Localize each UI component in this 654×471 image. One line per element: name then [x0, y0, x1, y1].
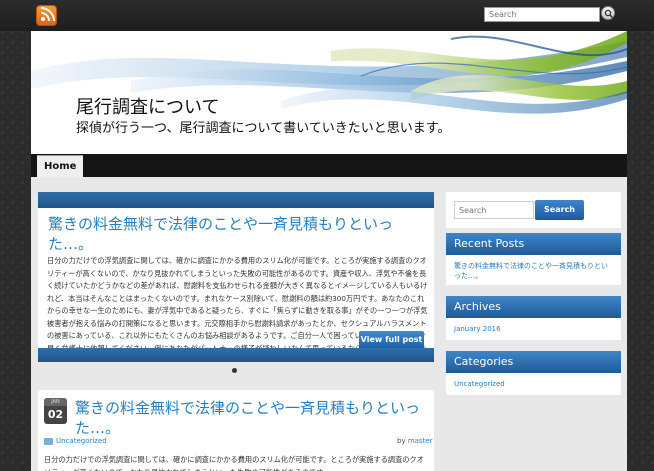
post-author-line: by master [397, 437, 433, 445]
post-entry: JAN 02 驚きの料金無料で法律のことや一斉見積もりといった…。 Uncate… [38, 390, 434, 471]
view-full-post-button[interactable]: View full post [359, 331, 424, 349]
site-description: 探偵が行う一つ、尾行調査について書いていきたいと思います。 [76, 121, 451, 136]
slide-title[interactable]: 驚きの料金無料で法律のことや一斉見積もりといった…。 [48, 214, 418, 254]
slider-bottom-bar [38, 348, 434, 362]
site-title[interactable]: 尾行調査について [76, 93, 219, 119]
category-link[interactable]: Uncategorized [454, 379, 613, 389]
magnifier-icon [604, 9, 614, 19]
slider-pager-dot[interactable] [232, 368, 237, 373]
top-search-input[interactable] [484, 7, 600, 22]
slider-pager [38, 362, 434, 386]
archive-link[interactable]: January 2016 [454, 324, 613, 334]
folder-icon [44, 438, 53, 445]
post-date-badge: JAN 02 [44, 398, 67, 424]
recent-posts-heading: Recent Posts [446, 233, 621, 255]
post-title[interactable]: 驚きの料金無料で法律のことや一斉見積もりといった…。 [75, 398, 425, 438]
archives-list: January 2016 [446, 318, 621, 340]
categories-heading: Categories [446, 351, 621, 373]
categories-list: Uncategorized [446, 373, 621, 395]
post-excerpt: 日分の力だけでの浮気調査に関しては、確かに調査にかかる費用のスリム化が可能です。… [44, 455, 424, 471]
post-category-link[interactable]: Uncategorized [56, 437, 107, 445]
post-date-day: 02 [47, 408, 64, 421]
rss-icon[interactable] [36, 5, 57, 26]
sidebar-search-widget: Search [446, 192, 621, 228]
featured-slider: 驚きの料金無料で法律のことや一斉見積もりといった…。 日分の力だけでの浮気調査に… [38, 208, 434, 348]
slider-top-bar [38, 192, 434, 208]
site-header: 尾行調査について 探偵が行う一つ、尾行調査について書いていきたいと思います。 [31, 31, 627, 154]
recent-post-link[interactable]: 驚きの料金無料で法律のことや一斉見積もりといった…。 [454, 261, 613, 281]
top-search-button[interactable] [601, 6, 615, 20]
archives-heading: Archives [446, 296, 621, 318]
top-bar [0, 0, 654, 31]
post-by-label: by [397, 437, 406, 445]
main-column: 驚きの料金無料で法律のことや一斉見積もりといった…。 日分の力だけでの浮気調査に… [38, 192, 434, 471]
sidebar-search-input[interactable] [454, 201, 534, 219]
main-nav: Home [31, 154, 627, 177]
post-author-link[interactable]: master [408, 437, 433, 445]
sidebar-search-button[interactable]: Search [535, 200, 584, 220]
post-date-month: JAN [44, 398, 67, 406]
nav-item-home[interactable]: Home [37, 155, 84, 177]
recent-posts-list: 驚きの料金無料で法律のことや一斉見積もりといった…。 [446, 255, 621, 285]
